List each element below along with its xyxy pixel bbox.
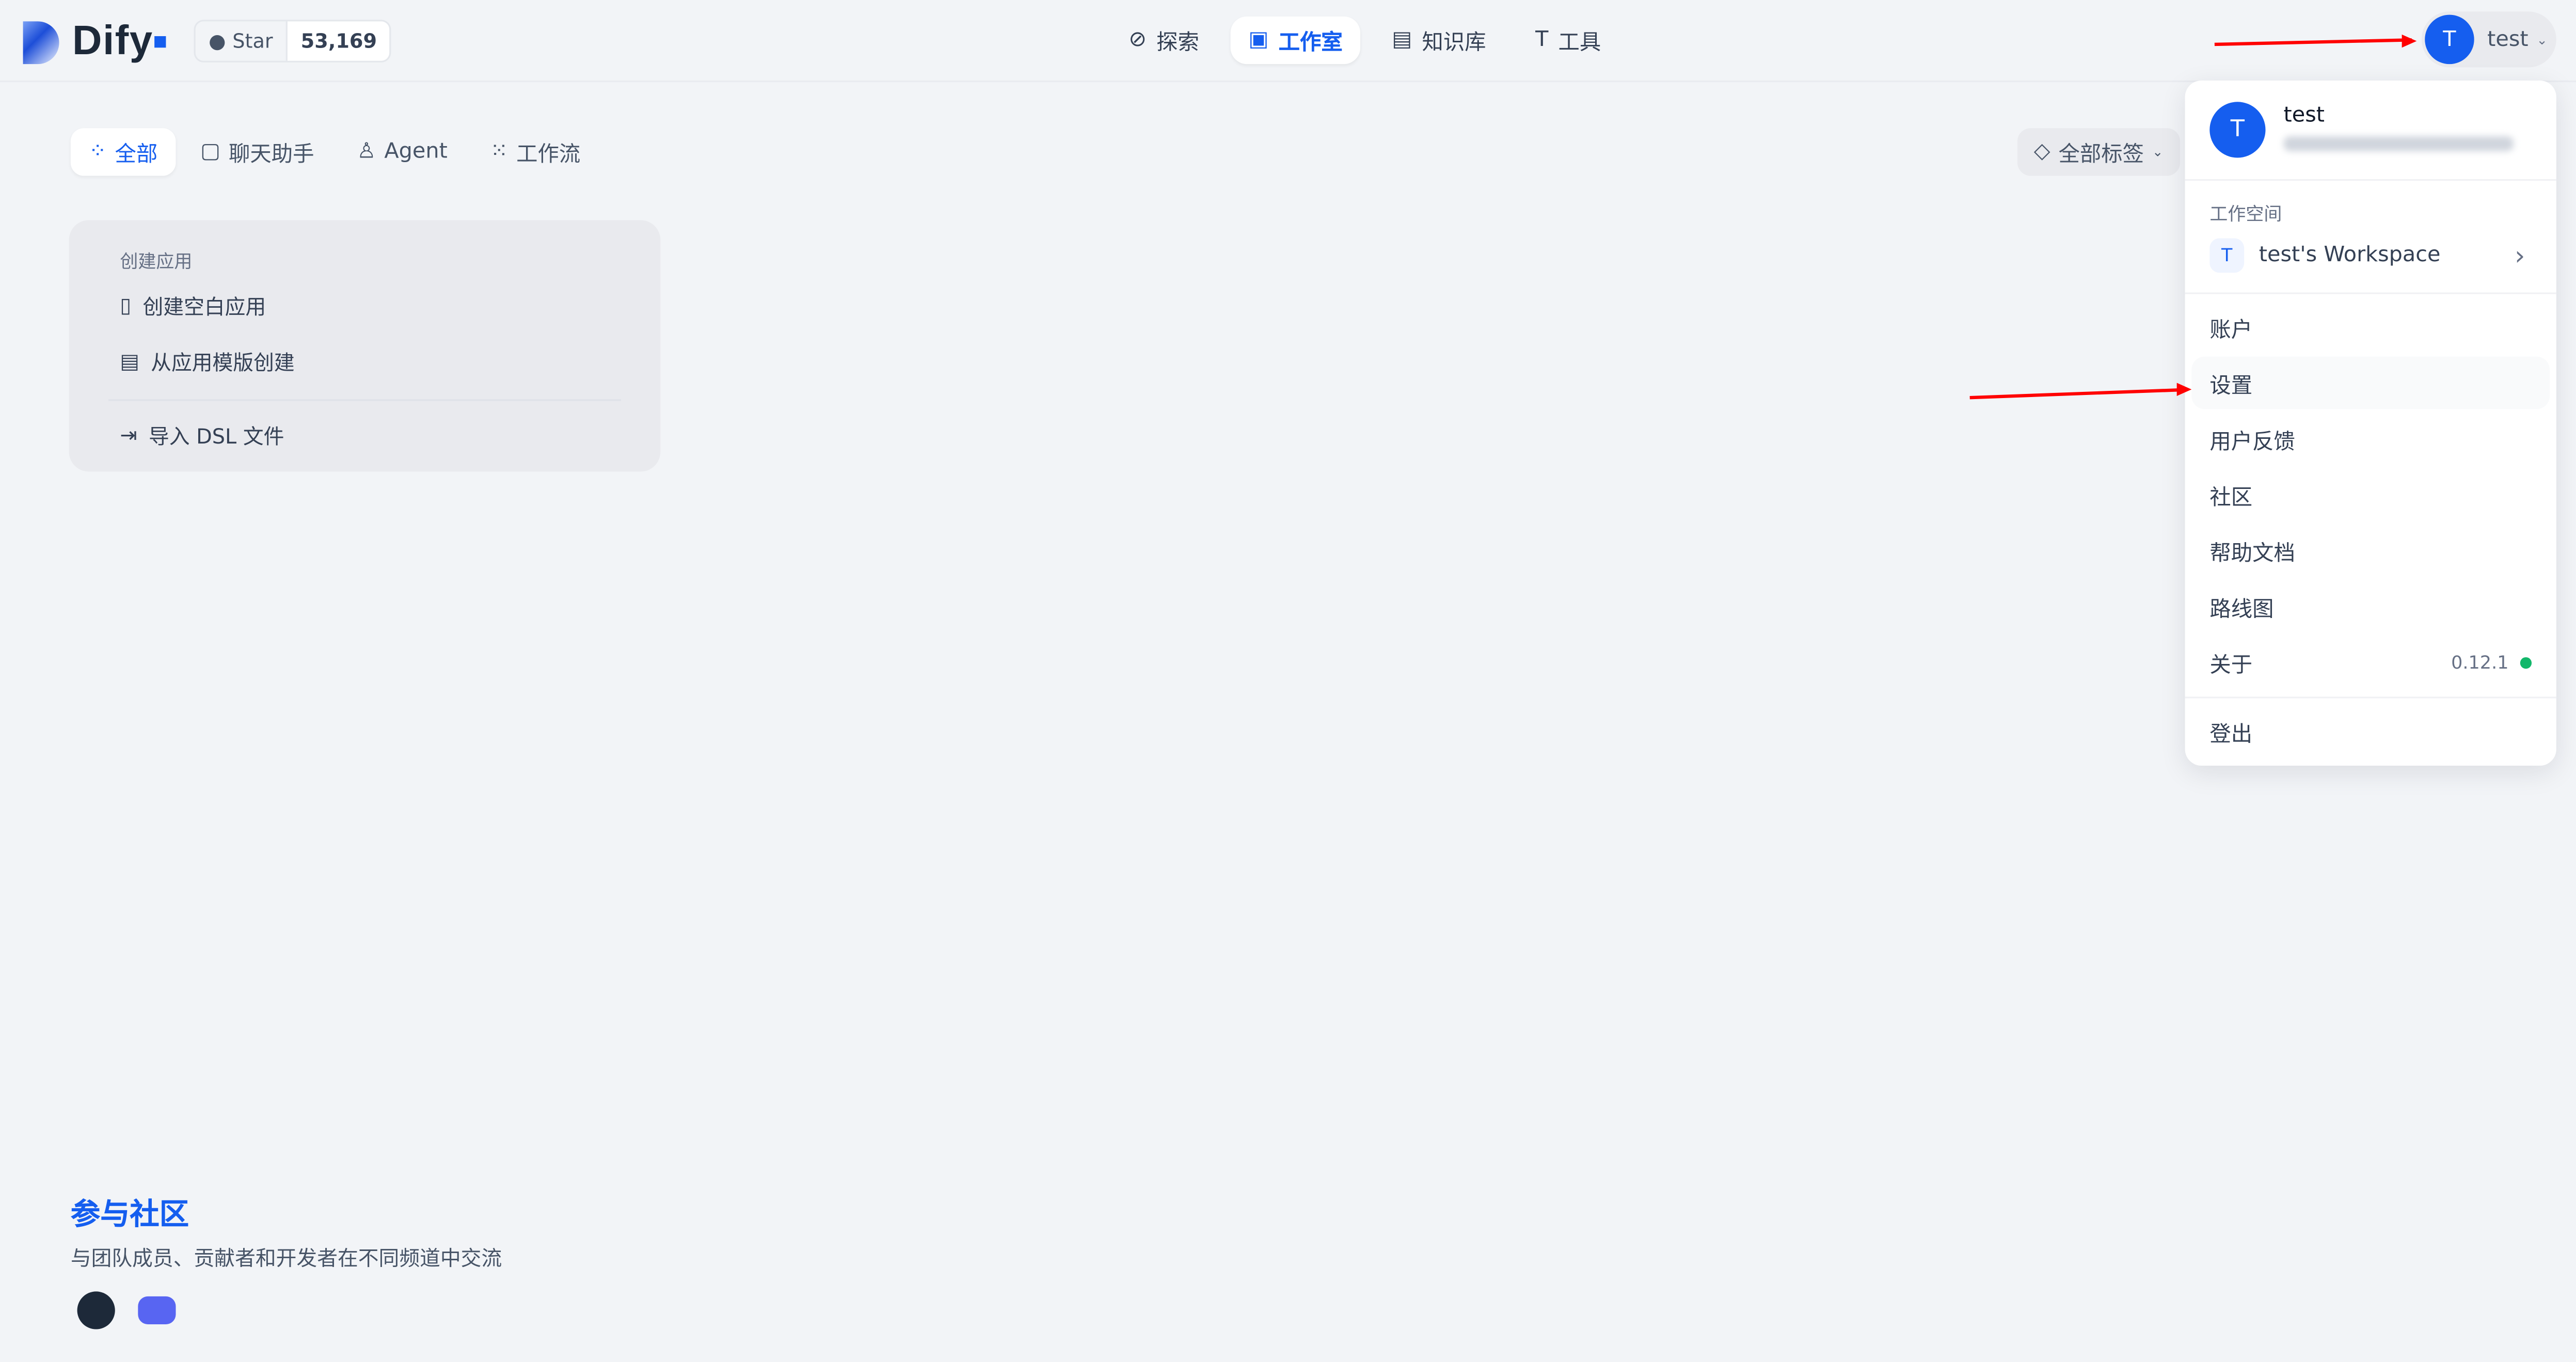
card-title: 创建应用	[120, 251, 193, 273]
logo-text: Dify	[72, 18, 153, 65]
menu-item-docs[interactable]: 帮助文档	[2191, 524, 2550, 577]
discord-icon[interactable]	[138, 1296, 176, 1325]
tab-label: 聊天助手	[229, 142, 314, 168]
divider	[2185, 696, 2556, 699]
menu-item-roadmap[interactable]: 路线图	[2191, 580, 2550, 632]
version: 0.12.1	[2451, 651, 2509, 673]
arrowhead	[2402, 34, 2417, 48]
workflow-icon: ⁙	[490, 139, 508, 165]
tab-chat[interactable]: ▢ 聊天助手	[182, 128, 332, 176]
menu-item-community[interactable]: 社区	[2191, 468, 2550, 521]
chevron-down-icon: ⌄	[2152, 145, 2164, 160]
menu-avatar: T	[2209, 102, 2266, 158]
blurred-email	[2283, 136, 2514, 151]
avatar: T	[2425, 14, 2474, 65]
nav-label: 探索	[1156, 31, 1199, 56]
app-root: Dify ● Star 53,169 ⊘ 探索 ▣ 工作室 ▤ 知识库 T 工具 T te…	[0, 0, 2576, 1362]
tab-label: 工作流	[516, 142, 581, 168]
arrowhead	[2176, 383, 2192, 396]
chevron-right-icon: ›	[2514, 239, 2525, 271]
tab-label: 全部	[115, 142, 158, 168]
nav-knowledge[interactable]: ▤ 知识库	[1374, 17, 1504, 64]
menu-item-settings[interactable]: 设置	[2191, 356, 2550, 409]
tab-all[interactable]: ⁘ 全部	[70, 128, 176, 176]
tab-workflow[interactable]: ⁙ 工作流	[472, 128, 599, 176]
tag-filter-label: 全部标签	[2058, 142, 2144, 168]
user-name: test	[2487, 27, 2529, 52]
template-icon: ▤	[120, 348, 139, 373]
about-label: 关于	[2209, 653, 2253, 678]
import-dsl[interactable]: ⇥ 导入 DSL 文件	[120, 419, 284, 450]
divider	[2185, 292, 2556, 294]
dify-logo[interactable]: Dify	[23, 18, 167, 66]
create-app-card: 创建应用 ▯ 创建空白应用 ▤ 从应用模版创建 ⇥ 导入 DSL 文件	[69, 220, 661, 472]
create-from-template[interactable]: ▤ 从应用模版创建	[120, 345, 294, 376]
file-plus-icon: ▯	[120, 292, 132, 318]
nav-explore[interactable]: ⊘ 探索	[1110, 17, 1217, 64]
nav-label: 工具	[1558, 31, 1601, 56]
main-nav: ⊘ 探索 ▣ 工作室 ▤ 知识库 T 工具	[1110, 16, 1619, 65]
github-star-button[interactable]: ● Star 53,169	[194, 20, 392, 62]
chat-icon: ▢	[200, 139, 221, 165]
divider	[108, 399, 621, 401]
workspace-name: test's Workspace	[2259, 242, 2441, 267]
compass-icon: ⊘	[1128, 28, 1147, 53]
nav-label: 知识库	[1422, 31, 1486, 56]
user-dropdown-menu: T test 工作空间 T test's Workspace › 账户 设置 用…	[2185, 80, 2556, 766]
star-count: 53,169	[288, 21, 390, 61]
github-icon[interactable]	[77, 1291, 115, 1329]
tool-icon: T	[1535, 28, 1549, 53]
divider	[2185, 179, 2556, 181]
workspace-label: 工作空间	[2209, 203, 2282, 225]
item-label: 创建空白应用	[142, 294, 266, 319]
menu-item-about[interactable]: 关于 0.12.1	[2191, 636, 2550, 689]
workspace-icon: T	[2209, 237, 2245, 272]
community-title: 参与社区	[70, 1197, 189, 1232]
menu-item-account[interactable]: 账户	[2191, 300, 2550, 353]
grid-icon: ⁘	[88, 139, 107, 165]
community-section: 参与社区 与团队成员、贡献者和开发者在不同频道中交流	[71, 1191, 502, 1329]
menu-user-name: test	[2283, 103, 2325, 129]
github-icon: ●	[209, 29, 226, 53]
annotation-arrow-settings	[1969, 388, 2180, 400]
import-icon: ⇥	[120, 422, 137, 447]
star-label: Star	[232, 29, 273, 53]
tab-label: Agent	[384, 139, 448, 165]
nav-tools[interactable]: T 工具	[1517, 17, 1619, 64]
tag-icon: ◇	[2033, 139, 2050, 165]
tag-filter-select[interactable]: ◇ 全部标签 ⌄	[2017, 128, 2180, 176]
workspace-switcher[interactable]: T test's Workspace ›	[2209, 235, 2548, 274]
app-type-tabs: ⁘ 全部 ▢ 聊天助手 ♙ Agent ⁙ 工作流	[70, 128, 599, 176]
logo-dot	[154, 36, 167, 48]
menu-item-feedback[interactable]: 用户反馈	[2191, 413, 2550, 465]
tab-agent[interactable]: ♙ Agent	[339, 128, 465, 176]
nav-label: 工作室	[1278, 31, 1343, 56]
agent-icon: ♙	[357, 139, 376, 165]
user-menu-button[interactable]: T test ⌄	[2421, 11, 2556, 68]
chevron-down-icon: ⌄	[2536, 32, 2548, 47]
status-dot	[2520, 656, 2532, 668]
item-label: 从应用模版创建	[151, 350, 295, 375]
logo-mark	[23, 20, 59, 64]
nav-studio[interactable]: ▣ 工作室	[1230, 16, 1361, 65]
robot-icon: ▣	[1248, 28, 1269, 53]
book-icon: ▤	[1392, 28, 1412, 53]
menu-item-logout[interactable]: 登出	[2191, 705, 2550, 757]
community-subtitle: 与团队成员、贡献者和开发者在不同频道中交流	[70, 1245, 502, 1270]
create-blank-app[interactable]: ▯ 创建空白应用	[120, 289, 266, 320]
item-label: 导入 DSL 文件	[148, 424, 284, 449]
